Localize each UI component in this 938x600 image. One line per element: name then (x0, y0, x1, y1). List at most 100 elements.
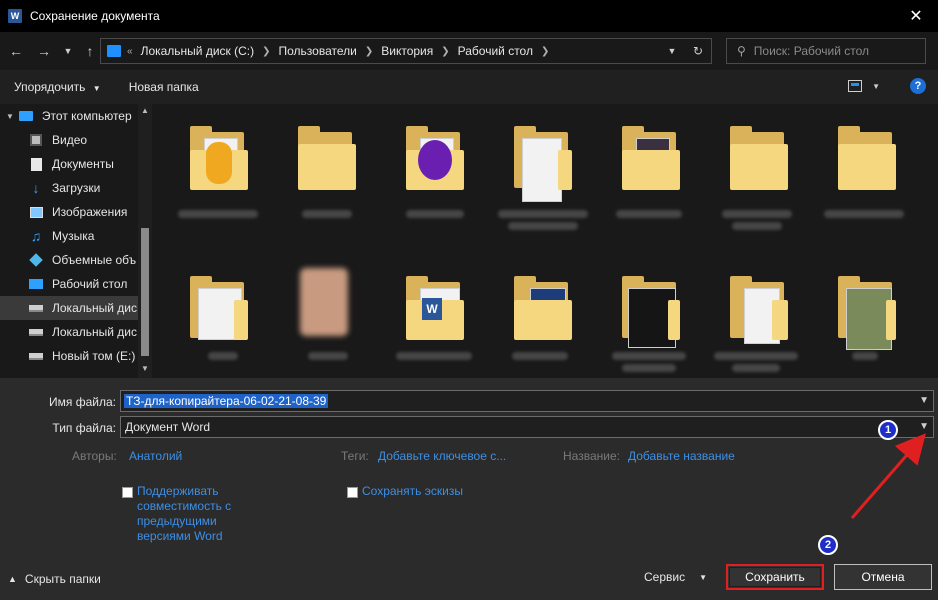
breadcrumb-chevron-icon[interactable]: ❯ (365, 46, 373, 57)
scroll-down-icon[interactable]: ▼ (139, 364, 151, 376)
breadcrumb-viktoria[interactable]: Виктория (381, 44, 433, 58)
address-dropdown-icon[interactable]: ▼ (659, 46, 685, 56)
recent-locations-chevron-icon[interactable]: ▼ (58, 41, 78, 61)
save-button[interactable]: Сохранить (726, 564, 824, 590)
navigation-pane: ▼ Этот компьютер Видео Документы ↓ Загру… (0, 104, 152, 378)
title-input[interactable]: Добавьте название (628, 449, 735, 463)
new-folder-button[interactable]: Новая папка (129, 80, 199, 94)
sidebar-item-label: Локальный дис (52, 301, 137, 315)
filename-dropdown-icon[interactable]: ▼ (919, 395, 929, 406)
sidebar-scroll-thumb[interactable] (141, 228, 149, 356)
file-name-blurred (714, 352, 798, 360)
forward-arrow-icon[interactable]: → (34, 41, 54, 61)
desktop-icon (28, 277, 44, 291)
thumbnails-checkbox[interactable] (347, 487, 358, 498)
sidebar-item-images[interactable]: Изображения (0, 200, 152, 224)
breadcrumb-drive-c[interactable]: Локальный диск (C:) (141, 44, 255, 58)
view-options-chevron-icon[interactable]: ▼ (872, 82, 880, 91)
folder-item[interactable] (184, 270, 248, 344)
breadcrumb-desktop[interactable]: Рабочий стол (458, 44, 533, 58)
change-view-icon[interactable] (848, 80, 863, 92)
sidebar-scrollbar[interactable]: ▲ ▼ (138, 104, 152, 378)
annotation-badge-2: 2 (818, 535, 838, 555)
compat-checkbox[interactable] (122, 487, 133, 498)
filetype-dropdown-icon[interactable]: ▼ (919, 421, 929, 432)
filename-value: ТЗ-для-копирайтера-06-02-21-08-39 (124, 394, 329, 408)
sidebar-item-3d-objects[interactable]: Объемные объ (0, 248, 152, 272)
filetype-select[interactable]: Документ Word ▼ (120, 416, 934, 438)
3d-objects-icon (28, 253, 44, 267)
compat-label[interactable]: Поддерживать совместимость с предыдущими… (137, 484, 247, 544)
up-arrow-icon[interactable]: ↑ (80, 41, 100, 61)
file-name-blurred (308, 352, 348, 360)
sidebar-item-label: Рабочий стол (52, 277, 128, 291)
image-item[interactable] (292, 264, 356, 338)
cancel-button[interactable]: Отмена (834, 564, 932, 590)
folder-front (514, 300, 572, 340)
breadcrumb-chevron-icon[interactable]: ❯ (541, 46, 549, 57)
folder-item[interactable] (508, 120, 572, 202)
hide-folders-button[interactable]: ▲ Скрыть папки (8, 572, 101, 586)
title-bar: W Сохранение документа ✕ (0, 0, 938, 32)
title-label: Название: (563, 449, 620, 463)
sidebar-item-label: Изображения (52, 205, 128, 219)
word-doc-item[interactable]: W (400, 270, 464, 344)
file-name-blurred (498, 210, 588, 218)
organize-button[interactable]: Упорядочить ▼ (14, 80, 101, 94)
back-arrow-icon[interactable]: ← (6, 41, 26, 61)
scroll-up-icon[interactable]: ▲ (139, 106, 151, 118)
authors-value[interactable]: Анатолий (129, 449, 182, 463)
command-bar: Упорядочить ▼ Новая папка ▼ ? (0, 70, 938, 104)
breadcrumb-chevron-icon[interactable]: ❯ (262, 46, 270, 57)
folder-item[interactable] (832, 270, 896, 350)
folder-front (234, 300, 248, 340)
breadcrumb-users[interactable]: Пользователи (279, 44, 357, 58)
authors-label: Авторы: (72, 449, 117, 463)
music-icon: ♫ (30, 228, 42, 244)
filetype-label: Тип файла: (52, 421, 116, 435)
folder-item[interactable] (616, 270, 680, 348)
refresh-icon[interactable]: ↻ (685, 44, 711, 58)
sidebar-item-music[interactable]: ♫ Музыка (0, 224, 152, 248)
search-box[interactable]: ⚲ Поиск: Рабочий стол (726, 38, 926, 64)
thumbnails-label[interactable]: Сохранять эскизы (362, 484, 463, 499)
sidebar-item-drive-e[interactable]: Новый том (E:) (0, 344, 152, 368)
tor-browser-icon (418, 140, 452, 180)
sidebar-item-drive-1[interactable]: Локальный дис (0, 296, 152, 320)
breadcrumb-chevron-icon[interactable]: ❯ (441, 46, 449, 57)
file-name-blurred (732, 222, 782, 230)
file-list: W (152, 104, 938, 378)
folder-item[interactable] (832, 120, 896, 194)
word-app-icon: W (8, 9, 22, 23)
tools-menu-button[interactable]: Сервис ▼ (644, 570, 707, 584)
filename-input[interactable]: ТЗ-для-копирайтера-06-02-21-08-39 ▼ (120, 390, 934, 412)
folder-item[interactable] (616, 120, 680, 194)
help-icon[interactable]: ? (910, 78, 926, 94)
computer-icon (107, 45, 121, 57)
sidebar-item-desktop[interactable]: Рабочий стол (0, 272, 152, 296)
folder-item[interactable] (724, 120, 788, 194)
folder-item[interactable] (184, 120, 248, 194)
address-overflow[interactable]: « (127, 46, 133, 57)
sidebar-item-this-pc[interactable]: ▼ Этот компьютер (0, 104, 152, 128)
file-name-blurred (178, 210, 258, 218)
expand-chevron-icon[interactable]: ▼ (6, 112, 14, 121)
blurred-photo-thumbnail (300, 268, 348, 336)
folder-item[interactable] (292, 120, 356, 194)
sidebar-item-documents[interactable]: Документы (0, 152, 152, 176)
address-bar[interactable]: « Локальный диск (C:) ❯ Пользователи ❯ В… (100, 38, 712, 64)
tags-input[interactable]: Добавьте ключевое с... (378, 449, 506, 463)
folder-item[interactable] (400, 120, 464, 194)
folder-item[interactable] (724, 270, 788, 344)
toolbar-right: ▼ ? (848, 78, 926, 94)
file-name-blurred (512, 352, 568, 360)
close-icon[interactable]: ✕ (894, 0, 938, 32)
sidebar-item-video[interactable]: Видео (0, 128, 152, 152)
file-name-blurred (824, 210, 904, 218)
folder-item[interactable] (508, 270, 572, 344)
sidebar-item-drive-2[interactable]: Локальный дис (0, 320, 152, 344)
images-icon (28, 205, 44, 219)
file-name-blurred (208, 352, 238, 360)
sidebar-item-downloads[interactable]: ↓ Загрузки (0, 176, 152, 200)
organize-label: Упорядочить (14, 80, 86, 94)
